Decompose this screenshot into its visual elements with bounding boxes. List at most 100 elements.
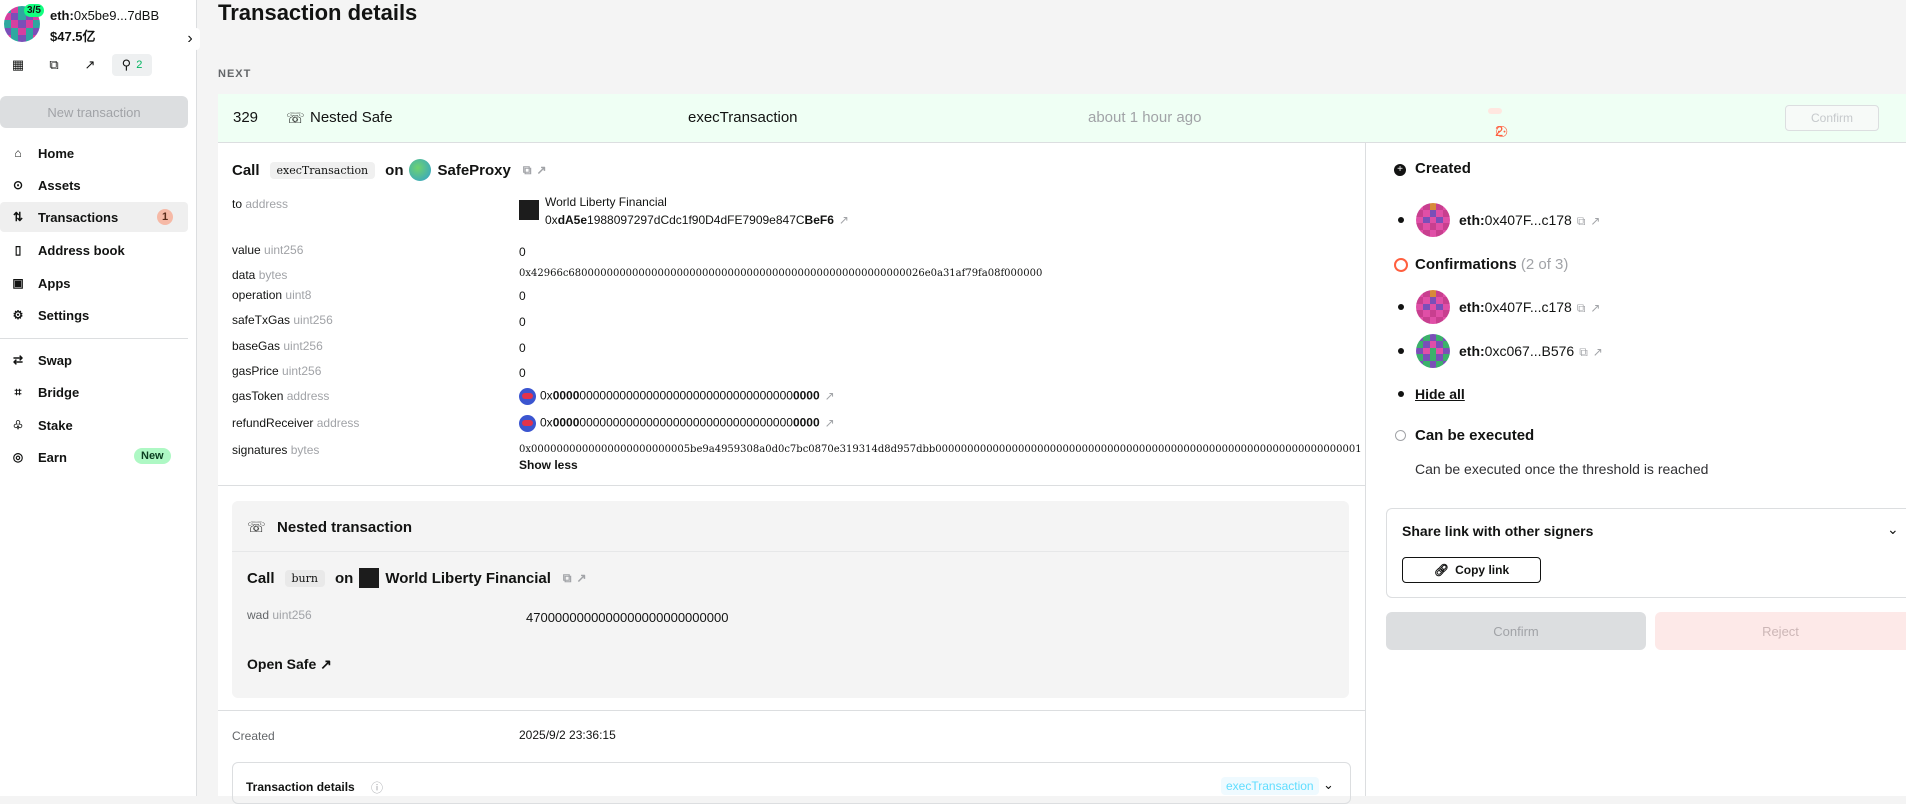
signer-address: eth:0x407F...c178 ⧉ ↗ — [1459, 299, 1601, 315]
transaction-status-panel: + Created eth:0x407F...c178 ⧉ ↗ Confirmati… — [1366, 143, 1906, 796]
sidebar-item-apps[interactable]: ▣ Apps — [0, 268, 188, 298]
creator-address: eth:0x407F...c178 ⧉ ↗ — [1459, 212, 1601, 228]
copy-icon[interactable]: ⧉ — [1579, 345, 1588, 359]
token-logo-icon — [519, 388, 536, 405]
account-address: eth:0x5be9...7dBB — [50, 8, 160, 23]
to-address-value: World Liberty Financial 0xdA5e1988097297… — [519, 195, 849, 227]
signer-avatar — [1416, 334, 1450, 368]
nested-call-header: Call burn on World Liberty Financial ⧉ ↗ — [247, 568, 587, 588]
external-link-icon[interactable]: ↗ — [576, 571, 586, 585]
swap-icon: ⇄ — [12, 353, 24, 367]
nested-safes-count: 2 — [136, 59, 143, 71]
external-link-icon[interactable]: ↗ — [1590, 214, 1600, 228]
timeline-dot — [1398, 348, 1404, 354]
param-data-value: 0x42966c68000000000000000000000000000000… — [519, 268, 1043, 279]
copy-icon[interactable]: ⧉ — [563, 571, 572, 586]
confirmations-badge: ⚇ 2 out of 3 — [1488, 108, 1516, 191]
external-link-icon[interactable]: ↗ — [825, 416, 835, 430]
apps-icon: ▣ — [12, 276, 24, 290]
confirmations-heading: Confirmations (2 of 3) — [1415, 256, 1569, 273]
sidebar-item-bridge[interactable]: ⌗ Bridge — [0, 377, 188, 407]
sidebar-item-transactions[interactable]: ⇅ Transactions 1 — [0, 202, 188, 232]
signer-avatar — [1416, 290, 1450, 324]
copy-icon[interactable]: ⧉ — [1577, 301, 1586, 315]
nested-call-method: burn — [284, 569, 325, 587]
created-value: 2025/9/2 23:36:15 — [519, 728, 616, 742]
copy-icon[interactable]: ⧉ — [44, 54, 64, 76]
nested-transaction-card: ☏ Nested transaction Call burn on World … — [232, 501, 1349, 698]
nested-transaction-title: Nested transaction — [277, 519, 413, 536]
sidebar-item-earn[interactable]: ◎ Earn New — [0, 442, 188, 472]
assets-icon: ⊙ — [12, 178, 24, 192]
qr-code-icon[interactable]: ▦ — [8, 54, 28, 76]
share-link-card: Share link with other signers ⌄ 🔗︎ Copy l… — [1386, 508, 1906, 598]
param-basegas-value: 0 — [519, 341, 526, 355]
param-gasprice-value: 0 — [519, 366, 526, 380]
external-link-icon[interactable]: ↗ — [1593, 345, 1603, 359]
chevron-right-icon[interactable]: › — [180, 28, 200, 50]
chevron-down-icon[interactable]: ⌄ — [1887, 521, 1899, 538]
timeline-dot — [1398, 391, 1404, 397]
call-contract: SafeProxy — [437, 161, 511, 179]
refundreceiver-value: 0x00000000000000000000000000000000000000… — [519, 415, 835, 432]
sidebar-item-settings[interactable]: ⚙ Settings — [0, 300, 188, 330]
param-gastoken: gasToken address — [232, 389, 330, 403]
home-icon: ⌂ — [14, 146, 22, 160]
param-refundreceiver: refundReceiver address — [232, 416, 360, 430]
call-header: Call execTransaction on SafeProxy ⧉ ↗ — [232, 159, 547, 181]
created-label: Created — [232, 729, 275, 743]
account-balance: $47.5亿 — [50, 29, 96, 44]
world-liberty-logo — [519, 200, 539, 220]
stake-icon: ♧ — [12, 418, 24, 432]
tx-time: about 1 hour ago — [1088, 109, 1202, 126]
sidebar-item-address-book[interactable]: ▯ Address book — [0, 235, 188, 265]
sidebar-item-stake[interactable]: ♧ Stake — [0, 410, 188, 440]
transaction-details-accordion[interactable]: Transaction details ⓘ execTransaction ⌄ — [232, 762, 1351, 804]
hide-all-link[interactable]: Hide all — [1415, 386, 1465, 402]
external-link-icon[interactable]: ↗ — [839, 213, 849, 227]
nested-safes-button[interactable]: ⚲ 2 — [112, 54, 152, 76]
nested-transaction-icon: ☏ — [247, 519, 266, 536]
open-safe-link[interactable]: Open Safe ↗ — [247, 656, 332, 673]
confirm-button[interactable]: Confirm — [1386, 612, 1646, 650]
safe-proxy-logo — [409, 159, 432, 181]
transaction-decoded-panel: Call execTransaction on SafeProxy ⧉ ↗ to… — [218, 143, 1366, 804]
row-confirm-button[interactable]: Confirm — [1785, 105, 1879, 131]
confirmations-icon — [1394, 258, 1408, 272]
new-transaction-button[interactable]: New transaction — [0, 96, 188, 128]
timeline-dot — [1398, 304, 1404, 310]
can-execute-note: Can be executed once the threshold is re… — [1415, 461, 1709, 477]
external-link-icon[interactable]: ↗ — [825, 389, 835, 403]
bridge-icon: ⌗ — [14, 384, 22, 399]
sidebar: 3/5 eth:0x5be9...7dBB $47.5亿 › ▦ ⧉ ↗ ⚲ 2… — [0, 0, 200, 796]
sidebar-divider — [0, 338, 188, 339]
transaction-summary-row[interactable]: 329 ☏ Nested Safe execTransaction about … — [218, 94, 1906, 191]
sidebar-item-assets[interactable]: ⊙ Assets — [0, 170, 188, 200]
section-label-next: NEXT — [218, 68, 252, 80]
param-basegas: baseGas uint256 — [232, 339, 323, 353]
link-icon: 🔗︎ — [1433, 563, 1450, 577]
call-method: execTransaction — [269, 161, 376, 179]
show-less-link[interactable]: Show less — [519, 458, 578, 472]
param-safetxgas: safeTxGas uint256 — [232, 313, 333, 327]
reject-button[interactable]: Reject — [1655, 612, 1906, 650]
copy-icon[interactable]: ⧉ — [1577, 214, 1586, 228]
account-header[interactable]: 3/5 eth:0x5be9...7dBB $47.5亿 — [4, 4, 194, 46]
transactions-icon: ⇅ — [12, 210, 24, 224]
copy-link-button[interactable]: 🔗︎ Copy link — [1402, 557, 1541, 583]
param-operation-value: 0 — [519, 289, 526, 303]
sidebar-item-home[interactable]: ⌂ Home — [0, 138, 188, 168]
external-link-icon[interactable]: ↗ — [1590, 301, 1600, 315]
sidebar-item-swap[interactable]: ⇄ Swap — [0, 345, 188, 375]
section-divider — [218, 710, 1365, 711]
external-link-icon[interactable]: ↗ — [536, 163, 546, 177]
param-signatures-value: 0x0000000000000000000000005be9a4959308a0… — [519, 444, 1362, 455]
nested-call-contract: World Liberty Financial — [385, 569, 551, 587]
address-book-icon: ▯ — [14, 243, 22, 257]
copy-icon[interactable]: ⧉ — [523, 163, 532, 178]
param-data: data bytes — [232, 268, 288, 282]
external-link-icon[interactable]: ↗ — [80, 54, 100, 76]
section-divider — [218, 485, 1365, 486]
tx-type: Nested Safe — [310, 109, 393, 126]
param-gasprice: gasPrice uint256 — [232, 364, 322, 378]
